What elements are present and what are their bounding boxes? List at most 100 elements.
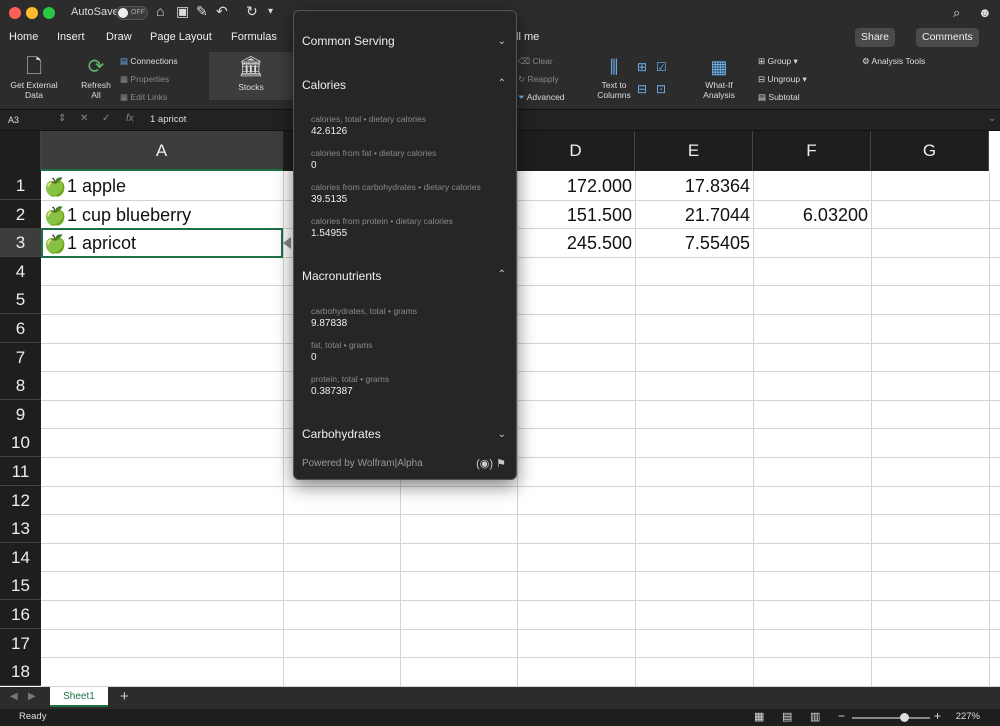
column-header-e[interactable]: E [635, 131, 753, 171]
row-header[interactable]: 17 [0, 628, 41, 658]
tab-formulas[interactable]: Formulas [231, 31, 277, 43]
zoom-in-icon[interactable]: + [934, 709, 941, 723]
row-header[interactable]: 13 [0, 514, 41, 544]
minimize-window-button[interactable] [26, 7, 38, 19]
get-external-data-button[interactable]: 🗋 Get External Data [5, 54, 63, 100]
cell-a1[interactable]: 🍏 1 apple [44, 172, 126, 200]
redo-icon[interactable]: ↻ [246, 3, 258, 20]
analysis-tools-button[interactable]: ⚙ Analysis Tools [862, 56, 925, 67]
row-header[interactable]: 16 [0, 600, 41, 629]
chevron-up-icon[interactable]: ⌃ [498, 78, 506, 89]
save-icon[interactable]: ▣ [176, 3, 189, 20]
remove-duplicates-icon[interactable]: ⊟ [637, 82, 647, 96]
chevron-down-icon[interactable]: ⌄ [498, 36, 506, 47]
normal-view-icon[interactable]: ▦ [754, 710, 764, 723]
column-header-a[interactable]: A [41, 131, 283, 171]
row-header[interactable]: 11 [0, 457, 41, 486]
ungroup-button[interactable]: ⊟ Ungroup ▾ [758, 74, 807, 85]
tell-me[interactable]: ll me [516, 31, 539, 43]
row-header[interactable]: 6 [0, 314, 41, 343]
consolidate-icon[interactable]: ⊡ [656, 82, 666, 96]
cell-d3[interactable]: 245.500 [517, 229, 632, 257]
calories-total-value[interactable]: 42.6126 [311, 126, 347, 137]
flag-icon[interactable]: ⚑ [496, 458, 506, 470]
row-header[interactable]: 3 [0, 228, 41, 258]
fat-total-value[interactable]: 0 [311, 352, 317, 363]
refresh-all-button[interactable]: ⟳ Refresh All [74, 54, 118, 100]
cell-e2[interactable]: 21.7044 [635, 201, 750, 229]
row-header[interactable]: 7 [0, 342, 41, 372]
protein-total-value[interactable]: 0.387387 [311, 386, 353, 397]
subtotal-button[interactable]: ▤ Subtotal [758, 92, 800, 103]
tab-insert[interactable]: Insert [57, 31, 85, 43]
undo-icon[interactable]: ↶ [216, 3, 228, 20]
add-sheet-icon[interactable]: + [120, 688, 129, 705]
column-header-g[interactable]: G [871, 131, 989, 171]
zoom-slider[interactable] [852, 717, 930, 719]
row-header[interactable]: 14 [0, 542, 41, 572]
page-layout-view-icon[interactable]: ▤ [782, 710, 792, 723]
carbs-total-value[interactable]: 9.87838 [311, 318, 347, 329]
calories-carbs-value[interactable]: 39.5135 [311, 194, 347, 205]
zoom-level[interactable]: 227% [956, 711, 980, 722]
edit-icon[interactable]: ✎ [196, 3, 208, 20]
group-button[interactable]: ⊞ Group ▾ [758, 56, 798, 67]
close-window-button[interactable] [9, 7, 21, 19]
tab-home[interactable]: Home [9, 31, 38, 43]
what-if-analysis-button[interactable]: ▦ What-If Analysis [698, 54, 740, 100]
customize-toolbar-icon[interactable]: ▾ [268, 6, 273, 17]
row-header[interactable]: 8 [0, 371, 41, 401]
row-header[interactable]: 10 [0, 428, 41, 458]
text-to-columns-button[interactable]: ⫼ Text to Columns [594, 54, 634, 100]
account-icon[interactable]: ☻ [978, 5, 992, 20]
calories-fat-value[interactable]: 0 [311, 160, 317, 171]
scroll-right-icon[interactable]: ▶ [28, 691, 36, 702]
properties-button[interactable]: ▦ Properties [120, 74, 169, 85]
card-handle-icon[interactable] [283, 237, 291, 249]
zoom-out-icon[interactable]: − [838, 709, 845, 723]
cell-e1[interactable]: 17.8364 [635, 172, 750, 200]
broadcast-icon[interactable]: (◉) [476, 458, 493, 470]
data-validation-icon[interactable]: ☑ [656, 60, 667, 74]
enter-icon[interactable]: ✓ [102, 113, 110, 124]
cancel-icon[interactable]: ✕ [80, 113, 88, 124]
zoom-slider-thumb[interactable] [900, 713, 909, 722]
cell-a2[interactable]: 🍏 1 cup blueberry [44, 201, 191, 229]
clear-button[interactable]: ⌫ Clear [518, 56, 553, 67]
tab-draw[interactable]: Draw [106, 31, 132, 43]
row-header[interactable]: 9 [0, 399, 41, 429]
flash-fill-icon[interactable]: ⊞ [637, 60, 647, 74]
row-header[interactable]: 12 [0, 485, 41, 515]
row-header[interactable]: 15 [0, 571, 41, 601]
select-all-corner[interactable] [0, 131, 41, 171]
calories-protein-value[interactable]: 1.54955 [311, 228, 347, 239]
name-box[interactable]: A3 [4, 113, 64, 128]
zoom-window-button[interactable] [43, 7, 55, 19]
row-header[interactable]: 1 [0, 171, 41, 200]
cell-f2[interactable]: 6.03200 [753, 201, 868, 229]
row-header[interactable]: 4 [0, 256, 41, 286]
row-header[interactable]: 2 [0, 199, 41, 229]
name-box-stepper-icon[interactable]: ⇕ [58, 113, 66, 124]
tab-page-layout[interactable]: Page Layout [150, 31, 212, 43]
cell-d1[interactable]: 172.000 [517, 172, 632, 200]
function-icon[interactable]: fx [126, 113, 134, 124]
expand-formula-icon[interactable]: ⌄ [988, 113, 996, 124]
connections-button[interactable]: ▤ Connections [120, 56, 178, 67]
autosave-toggle[interactable]: OFF [116, 6, 148, 20]
chevron-down-icon[interactable]: ⌄ [498, 429, 506, 440]
search-icon[interactable]: ⌕ [953, 5, 960, 21]
row-header[interactable]: 18 [0, 657, 41, 687]
column-header-d[interactable]: D [517, 131, 635, 171]
cell-d2[interactable]: 151.500 [517, 201, 632, 229]
column-header-f[interactable]: F [753, 131, 871, 171]
reapply-button[interactable]: ↻ Reapply [518, 74, 559, 85]
stocks-button[interactable]: 🏛 Stocks [209, 52, 293, 100]
cell-e3[interactable]: 7.55405 [635, 229, 750, 257]
share-button[interactable]: Share [855, 28, 896, 47]
comments-button[interactable]: Comments [916, 28, 979, 47]
advanced-button[interactable]: ⏷ Advanced [518, 92, 565, 103]
row-header[interactable]: 5 [0, 285, 41, 315]
formula-input[interactable]: 1 apricot [150, 114, 186, 125]
home-icon[interactable]: ⌂ [156, 3, 164, 19]
